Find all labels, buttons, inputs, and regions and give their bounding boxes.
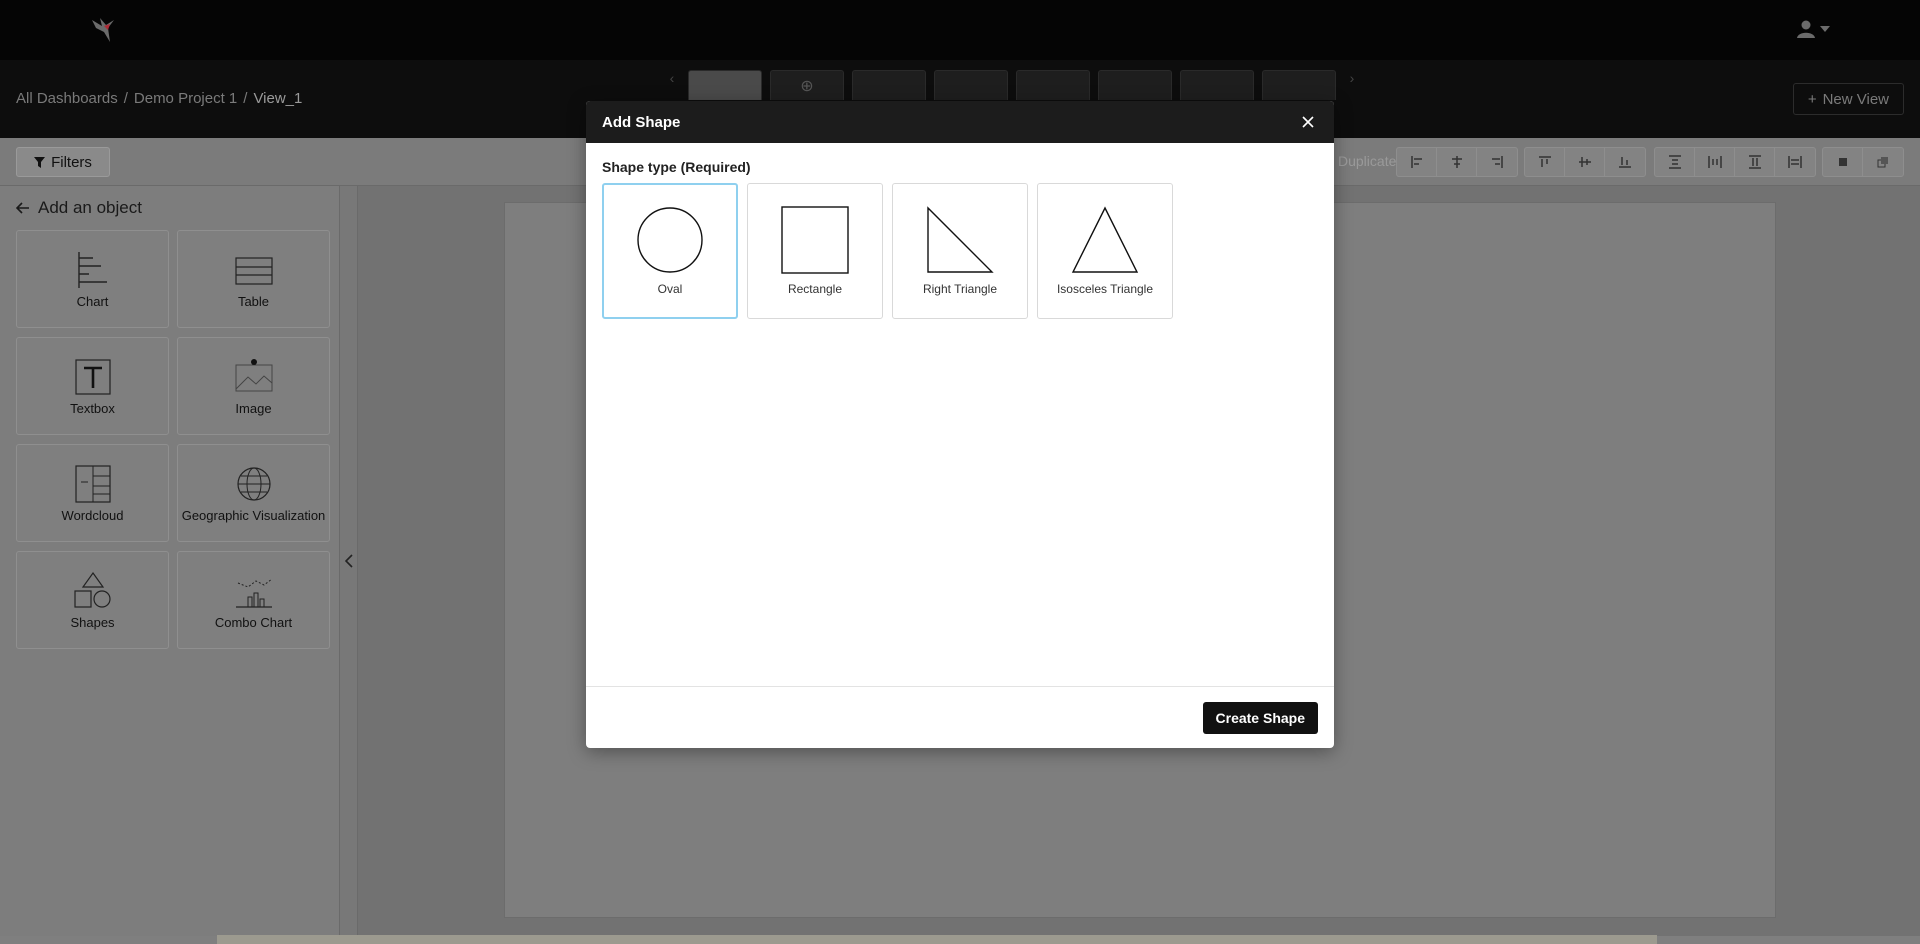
combo-chart-icon [235, 578, 272, 608]
plus-icon: + [1807, 90, 1817, 108]
object-label: Image [235, 400, 272, 416]
align-bottom-icon[interactable] [1605, 148, 1645, 176]
align-right-icon[interactable] [1477, 148, 1517, 176]
view-tab-active[interactable] [688, 70, 762, 100]
dialog-header: Add Shape [586, 101, 1334, 143]
breadcrumb-all-dashboards[interactable]: All Dashboards [16, 90, 118, 107]
new-view-button[interactable]: + New View [1792, 83, 1904, 115]
breadcrumb-current-view: View_1 [253, 90, 303, 107]
object-label: Geographic Visualization [181, 507, 326, 523]
arrow-left-icon [16, 202, 29, 214]
distribute-horizontal-icon[interactable] [1695, 148, 1735, 176]
space-horizontal-icon[interactable] [1775, 148, 1815, 176]
shape-label: Rectangle [787, 282, 843, 296]
horizontal-align-group [1396, 147, 1518, 177]
add-geographic-visualization-object[interactable]: Geographic Visualization [177, 444, 330, 542]
dialog-title: Add Shape [602, 113, 681, 131]
shape-type-label: Shape type (Required) [602, 159, 751, 175]
plus-circle-icon: ⊕ [800, 77, 814, 95]
object-grid: Chart Table Textbox Image Wordcloud Geog… [16, 230, 330, 649]
isosceles-triangle-icon [1071, 206, 1139, 273]
dialog-body: Shape type (Required) Oval Rectangle Rig… [586, 143, 1334, 687]
textbox-icon [74, 358, 111, 395]
object-label: Textbox [70, 400, 115, 416]
os-menubar [217, 935, 1657, 944]
sidebar-collapse-toggle[interactable] [340, 186, 358, 936]
vertical-align-group [1524, 147, 1646, 177]
object-label: Combo Chart [214, 614, 293, 630]
new-view-label: New View [1822, 90, 1889, 108]
layer-group [1822, 147, 1904, 177]
object-label: Chart [76, 293, 109, 309]
align-center-horizontal-icon[interactable] [1437, 148, 1477, 176]
filters-button[interactable]: Filters [16, 147, 110, 177]
filters-label: Filters [51, 153, 92, 171]
filter-icon [34, 156, 46, 168]
chart-icon [77, 251, 107, 288]
object-label: Shapes [70, 614, 115, 630]
right-triangle-icon [927, 206, 994, 273]
close-icon[interactable] [1298, 112, 1318, 132]
add-textbox-object[interactable]: Textbox [16, 337, 169, 435]
send-to-back-icon[interactable] [1863, 148, 1903, 176]
breadcrumb-separator: / [123, 90, 128, 107]
sidebar-title: Add an object [38, 198, 142, 217]
table-icon [234, 256, 273, 285]
shape-option-rectangle[interactable]: Rectangle [747, 183, 883, 319]
view-tab[interactable] [934, 70, 1008, 100]
shape-option-oval[interactable]: Oval [602, 183, 738, 319]
breadcrumb: All Dashboards / Demo Project 1 / View_1 [16, 90, 302, 107]
view-tab[interactable] [1098, 70, 1172, 100]
add-chart-object[interactable]: Chart [16, 230, 169, 328]
shape-label: Oval [657, 282, 683, 296]
view-tab[interactable] [1180, 70, 1254, 100]
user-icon [1797, 20, 1815, 38]
create-shape-button[interactable]: Create Shape [1202, 701, 1318, 734]
object-label: Wordcloud [61, 507, 124, 523]
add-shape-dialog: Add Shape Shape type (Required) Oval Rec… [586, 101, 1334, 748]
view-tabs: ‹ ⊕ › [664, 70, 1360, 100]
add-view-tab[interactable]: ⊕ [770, 70, 844, 100]
add-wordcloud-object[interactable]: Wordcloud [16, 444, 169, 542]
add-combo-chart-object[interactable]: Combo Chart [177, 551, 330, 649]
shape-option-right-triangle[interactable]: Right Triangle [892, 183, 1028, 319]
user-menu[interactable] [1796, 17, 1836, 41]
add-image-object[interactable]: Image [177, 337, 330, 435]
rectangle-icon [781, 206, 849, 274]
breadcrumb-project[interactable]: Demo Project 1 [134, 90, 237, 107]
add-table-object[interactable]: Table [177, 230, 330, 328]
distribute-vertical-icon[interactable] [1655, 148, 1695, 176]
breadcrumb-separator: / [243, 90, 248, 107]
chevron-left-icon [344, 554, 353, 568]
oval-icon [637, 207, 703, 273]
duplicate-button[interactable]: Duplicate [1338, 153, 1396, 169]
shape-option-isosceles-triangle[interactable]: Isosceles Triangle [1037, 183, 1173, 319]
dialog-footer: Create Shape [586, 687, 1334, 748]
bring-to-front-icon[interactable] [1823, 148, 1863, 176]
shape-label: Right Triangle [922, 282, 998, 296]
globe-icon [236, 466, 271, 501]
distribute-group [1654, 147, 1816, 177]
app-header [0, 0, 1920, 60]
shape-label: Isosceles Triangle [1056, 282, 1154, 296]
sidebar-header[interactable]: Add an object [16, 198, 142, 218]
tabs-prev-icon[interactable]: ‹ [664, 70, 680, 86]
view-tab[interactable] [852, 70, 926, 100]
align-middle-vertical-icon[interactable] [1565, 148, 1605, 176]
shapes-icon [73, 571, 111, 608]
object-label: Table [237, 293, 270, 309]
object-sidebar: Add an object Chart Table Textbox Image … [0, 186, 340, 936]
hummingbird-logo-icon[interactable] [88, 14, 120, 44]
tabs-next-icon[interactable]: › [1344, 70, 1360, 86]
align-left-icon[interactable] [1397, 148, 1437, 176]
view-tab[interactable] [1016, 70, 1090, 100]
image-icon [235, 358, 272, 391]
wordcloud-icon [74, 464, 111, 503]
view-tab[interactable] [1262, 70, 1336, 100]
shape-type-options: Oval Rectangle Right Triangle Isosceles … [602, 183, 1318, 319]
caret-down-icon [1820, 26, 1830, 32]
align-top-icon[interactable] [1525, 148, 1565, 176]
space-vertical-icon[interactable] [1735, 148, 1775, 176]
add-shapes-object[interactable]: Shapes [16, 551, 169, 649]
